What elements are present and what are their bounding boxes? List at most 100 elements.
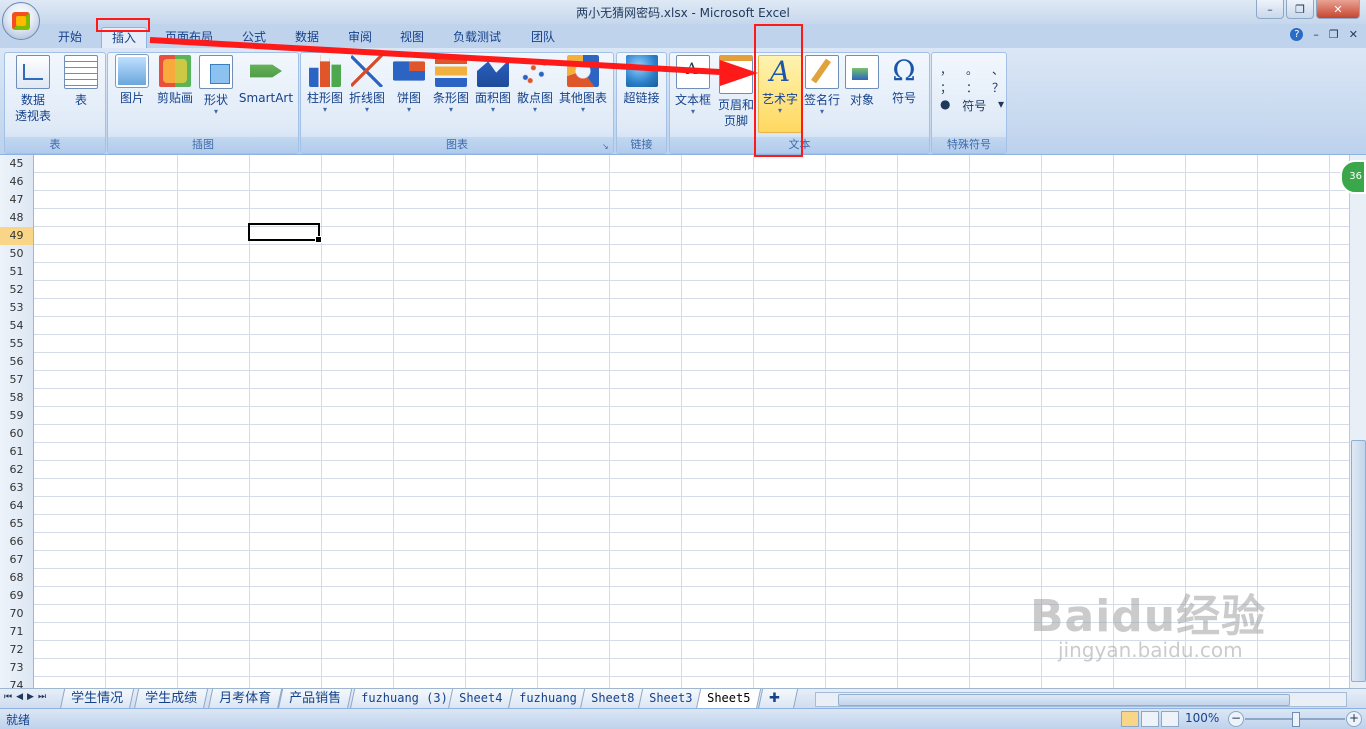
zoom-slider[interactable] xyxy=(1245,712,1345,727)
last-sheet-icon[interactable]: ⏭ xyxy=(38,692,46,702)
row-header[interactable]: 66 xyxy=(0,533,34,552)
bar-chart-button[interactable]: 条形图 ▾ xyxy=(431,55,471,114)
row-header[interactable]: 70 xyxy=(0,605,34,624)
row-header[interactable]: 74 xyxy=(0,677,34,688)
row-header[interactable]: 55 xyxy=(0,335,34,354)
zoom-in-button[interactable]: + xyxy=(1346,711,1362,727)
dialog-launcher-icon[interactable]: ↘ xyxy=(602,142,611,151)
row-header[interactable]: 49 xyxy=(0,227,34,246)
row-header[interactable]: 72 xyxy=(0,641,34,660)
row-header[interactable]: 64 xyxy=(0,497,34,516)
ribbon-restore-button[interactable]: ❐ xyxy=(1329,28,1339,41)
special-symbol-button[interactable]: ● 符号 ▾ xyxy=(940,97,1004,115)
normal-view-button[interactable] xyxy=(1121,711,1139,727)
tab-view[interactable]: 视图 xyxy=(390,27,434,48)
row-header[interactable]: 68 xyxy=(0,569,34,588)
scatter-chart-button[interactable]: 散点图 ▾ xyxy=(515,55,555,114)
tab-page-layout[interactable]: 页面布局 xyxy=(155,27,223,48)
header-footer-button[interactable]: 页眉和 页脚 xyxy=(716,55,756,129)
symbol-colon[interactable]: ： xyxy=(966,79,978,97)
clipart-button[interactable]: 剪贴画 xyxy=(154,55,196,106)
symbol-button[interactable]: Ω 符号 xyxy=(884,55,924,106)
row-header[interactable]: 56 xyxy=(0,353,34,372)
sheet-tab[interactable]: Sheet8 xyxy=(579,689,646,709)
vertical-scrollbar[interactable] xyxy=(1349,155,1366,688)
hyperlink-button[interactable]: 超链接 xyxy=(619,55,664,106)
tab-review[interactable]: 审阅 xyxy=(338,27,382,48)
sheet-tab[interactable]: Sheet3 xyxy=(637,689,704,709)
sheet-tab[interactable]: 月考体育 xyxy=(207,689,283,709)
insert-sheet-button[interactable]: ✚ xyxy=(757,689,799,709)
restore-button[interactable]: ❐ xyxy=(1286,0,1314,19)
prev-sheet-icon[interactable]: ◀ xyxy=(16,692,23,702)
tab-load-test[interactable]: 负载测试 xyxy=(443,27,511,48)
row-header[interactable]: 48 xyxy=(0,209,34,228)
page-layout-view-button[interactable] xyxy=(1141,711,1159,727)
first-sheet-icon[interactable]: ⏮ xyxy=(4,692,12,702)
zoom-level[interactable]: 100% xyxy=(1185,711,1219,725)
row-header[interactable]: 50 xyxy=(0,245,34,264)
side-badge[interactable]: 36 xyxy=(1340,160,1366,194)
row-header[interactable]: 45 xyxy=(0,155,34,174)
row-header[interactable]: 47 xyxy=(0,191,34,210)
selected-cell[interactable] xyxy=(248,223,322,243)
row-header[interactable]: 57 xyxy=(0,371,34,390)
row-header[interactable]: 46 xyxy=(0,173,34,192)
close-button[interactable]: ✕ xyxy=(1316,0,1360,19)
sheet-tab[interactable]: Sheet4 xyxy=(447,689,514,709)
sheet-tab[interactable]: fuzhuang (3) xyxy=(349,689,459,709)
shapes-button[interactable]: 形状 ▾ xyxy=(198,55,234,116)
office-button[interactable] xyxy=(2,2,40,40)
smartart-button[interactable]: SmartArt xyxy=(236,55,296,106)
row-header[interactable]: 53 xyxy=(0,299,34,318)
ribbon-close-button[interactable]: ✕ xyxy=(1349,28,1358,41)
row-header[interactable]: 73 xyxy=(0,659,34,678)
pie-chart-button[interactable]: 饼图 ▾ xyxy=(389,55,429,114)
tab-formulas[interactable]: 公式 xyxy=(232,27,276,48)
help-icon[interactable]: ? xyxy=(1290,28,1304,41)
object-button[interactable]: 对象 xyxy=(844,55,880,108)
horizontal-scrollbar[interactable] xyxy=(815,692,1347,707)
signature-line-button[interactable]: 签名行 ▾ xyxy=(802,55,842,116)
fill-handle[interactable] xyxy=(315,236,322,243)
row-header[interactable]: 54 xyxy=(0,317,34,336)
row-header[interactable]: 59 xyxy=(0,407,34,426)
area-chart-button[interactable]: 面积图 ▾ xyxy=(473,55,513,114)
symbol-semicolon[interactable]: ； xyxy=(940,79,952,97)
row-header[interactable]: 69 xyxy=(0,587,34,606)
sheet-tab[interactable]: 学生成绩 xyxy=(133,689,209,709)
tab-team[interactable]: 团队 xyxy=(521,27,565,48)
page-break-view-button[interactable] xyxy=(1161,711,1179,727)
row-header[interactable]: 63 xyxy=(0,479,34,498)
zoom-slider-knob[interactable] xyxy=(1292,712,1300,727)
row-header[interactable]: 51 xyxy=(0,263,34,282)
table-button[interactable]: 表 xyxy=(61,55,101,108)
symbol-question[interactable]: ？ xyxy=(992,79,1004,97)
row-header[interactable]: 58 xyxy=(0,389,34,408)
row-header[interactable]: 52 xyxy=(0,281,34,300)
pivot-table-button[interactable]: 数据 透视表 xyxy=(7,55,59,124)
sheet-tab[interactable]: Sheet5 xyxy=(695,689,762,709)
row-header[interactable]: 62 xyxy=(0,461,34,480)
line-chart-button[interactable]: 折线图 ▾ xyxy=(347,55,387,114)
sheet-tab[interactable]: fuzhuang xyxy=(507,689,588,709)
row-header[interactable]: 67 xyxy=(0,551,34,570)
symbol-period[interactable]: 。 xyxy=(966,61,978,79)
minimize-button[interactable]: – xyxy=(1256,0,1284,19)
symbol-comma[interactable]: ， xyxy=(940,61,952,79)
row-header[interactable]: 60 xyxy=(0,425,34,444)
next-sheet-icon[interactable]: ▶ xyxy=(27,692,34,702)
ribbon-minimize-button[interactable]: – xyxy=(1313,28,1319,41)
sheet-tab[interactable]: 学生情况 xyxy=(59,689,135,709)
row-header[interactable]: 61 xyxy=(0,443,34,462)
picture-button[interactable]: 图片 xyxy=(112,54,152,106)
sheet-tab[interactable]: 产品销售 xyxy=(277,689,353,709)
vertical-scroll-thumb[interactable] xyxy=(1351,440,1366,682)
symbol-enum-comma[interactable]: 、 xyxy=(992,61,1004,79)
horizontal-scroll-thumb[interactable] xyxy=(838,694,1290,706)
column-chart-button[interactable]: 柱形图 ▾ xyxy=(305,55,345,114)
other-charts-button[interactable]: 其他图表 ▾ xyxy=(557,55,609,114)
row-header[interactable]: 65 xyxy=(0,515,34,534)
tab-data[interactable]: 数据 xyxy=(285,27,329,48)
zoom-out-button[interactable]: − xyxy=(1228,711,1244,727)
